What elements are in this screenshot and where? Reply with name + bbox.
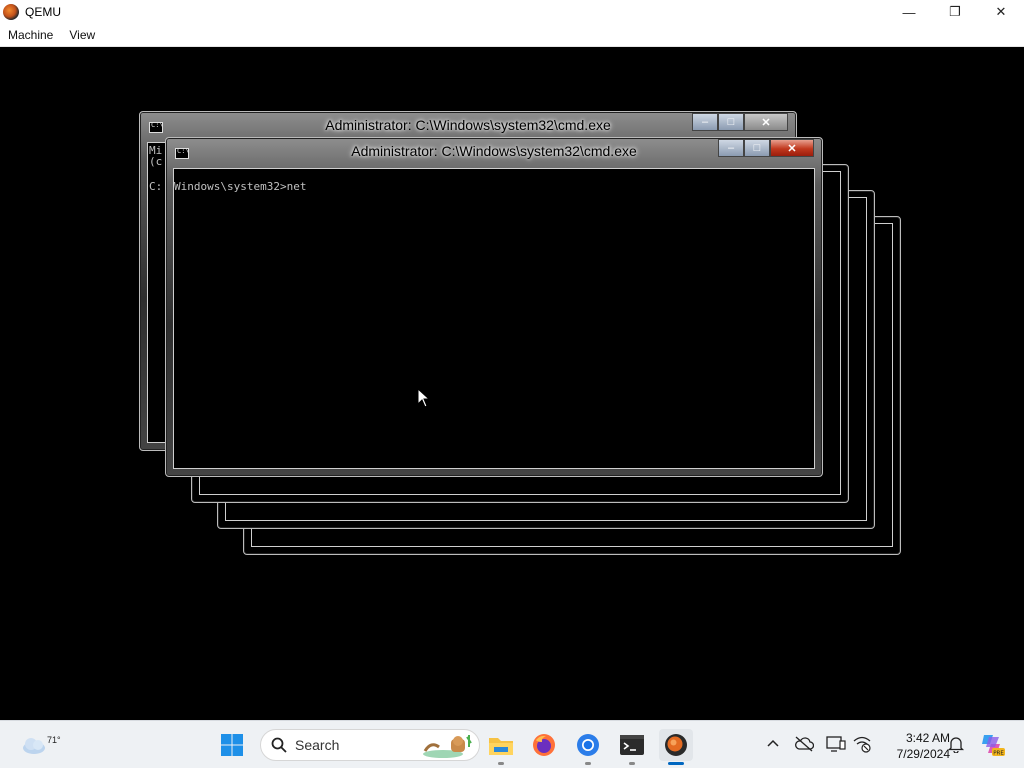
firefox-icon: [533, 734, 555, 756]
qemu-menubar: Machine View: [0, 24, 1024, 47]
weather-cloud-icon: [23, 738, 45, 754]
display-tray-button[interactable]: [825, 733, 847, 755]
wifi-off-icon: [853, 736, 871, 753]
firefox-button[interactable]: [527, 729, 561, 761]
cmd-console-area[interactable]: Windows\system32>net: [173, 168, 815, 469]
onedrive-tray-button[interactable]: [793, 733, 815, 755]
menu-machine[interactable]: Machine: [0, 28, 61, 42]
qemu-titlebar: QEMU — ❐ ✕: [0, 0, 1024, 24]
windows-logo-icon: [221, 734, 243, 756]
clock-date: 7/29/2024: [896, 747, 950, 761]
notifications-button[interactable]: [945, 733, 967, 755]
search-box[interactable]: Search: [260, 729, 480, 761]
display-icon: [826, 736, 846, 752]
weather-widget[interactable]: 71°: [14, 727, 61, 763]
running-indicator: [585, 762, 591, 765]
menu-view[interactable]: View: [61, 28, 103, 42]
cmd-window-front: Administrator: C:\Windows\system32\cmd.e…: [165, 137, 823, 477]
start-button[interactable]: [218, 731, 246, 759]
copilot-icon: PRE: [982, 735, 1005, 757]
cmd-close-button[interactable]: ✕: [770, 139, 814, 157]
taskbar: 71° Search 3:42 AM 7/29/2024 PRE: [0, 720, 1024, 768]
file-explorer-button[interactable]: [484, 729, 518, 765]
caption-buttons: – □ ✕: [692, 113, 788, 131]
active-indicator: [668, 762, 684, 765]
qemu-logo-icon: [3, 4, 19, 20]
console-text-line: C:: [149, 180, 163, 193]
file-explorer-icon: [489, 738, 513, 755]
search-placeholder: Search: [295, 737, 340, 753]
copilot-badge: PRE: [993, 751, 1004, 757]
show-hidden-icons-button[interactable]: [762, 733, 784, 755]
caption-buttons: – □ ✕: [718, 139, 814, 157]
qemu-taskbar-button[interactable]: [659, 729, 693, 765]
copilot-button[interactable]: PRE: [978, 730, 1006, 758]
guest-display: Administrator: C:\Windows\system32\cmd.e…: [0, 48, 1024, 720]
mouse-cursor-icon: [417, 388, 431, 408]
window-controls: — ❐ ✕: [886, 0, 1024, 24]
minimize-button[interactable]: —: [886, 0, 932, 24]
weather-temperature: 71°: [47, 735, 61, 745]
cloud-off-icon: [795, 736, 814, 752]
terminal-icon: [620, 735, 644, 755]
search-icon: [271, 737, 287, 753]
chrome-icon: [577, 734, 599, 756]
clock-time: 3:42 AM: [905, 731, 950, 745]
clock[interactable]: 3:42 AM 7/29/2024: [876, 729, 950, 763]
search-highlight-illustration-icon: [423, 735, 472, 758]
cmd-maximize-button[interactable]: □: [718, 113, 744, 131]
cmd-minimize-button[interactable]: –: [718, 139, 744, 157]
network-tray-button[interactable]: [851, 733, 873, 755]
command-prompt-line: Windows\system32>net: [174, 180, 307, 193]
qemu-icon: [665, 734, 687, 756]
restore-button[interactable]: ❐: [932, 0, 978, 24]
running-indicator: [498, 762, 504, 765]
console-text-line: (c: [149, 155, 163, 168]
cmd-maximize-button[interactable]: □: [744, 139, 770, 157]
running-indicator: [629, 762, 635, 765]
notification-bell-icon: [947, 737, 965, 753]
chevron-up-icon: [767, 739, 779, 747]
cmd-minimize-button[interactable]: –: [692, 113, 718, 131]
close-button[interactable]: ✕: [978, 0, 1024, 24]
cmd-close-button[interactable]: ✕: [744, 113, 788, 131]
terminal-button[interactable]: [615, 729, 649, 765]
chrome-button[interactable]: [571, 729, 605, 765]
qemu-window-title: QEMU: [25, 5, 61, 19]
